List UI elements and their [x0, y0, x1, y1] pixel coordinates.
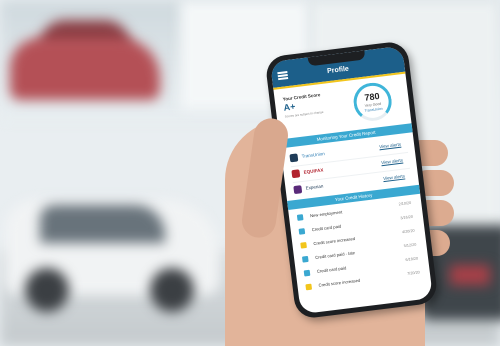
history-item-text: Credit card paid - late [314, 250, 356, 260]
phone-screen: Profile Your Credit Score A+ Scores are … [270, 45, 433, 315]
history-item-date: 6/18/20 [405, 256, 419, 263]
experian-logo-icon [293, 185, 303, 195]
suv-rear-wheel [150, 268, 194, 312]
history-item-text: New employment [309, 209, 343, 219]
history-item-text: Credit score increased [318, 277, 361, 288]
white-suv-windows [40, 205, 165, 243]
card-icon [301, 255, 309, 263]
history-item-text: Credit card paid [316, 265, 347, 274]
bureau-name: EQUIFAX [303, 167, 324, 175]
credit-score-label: Your Credit Score [282, 92, 321, 102]
card-icon [303, 269, 311, 277]
history-item-text: Credit card paid [311, 223, 342, 233]
view-alerts-link[interactable]: View alerts [381, 158, 403, 166]
card-icon [298, 228, 306, 235]
bureau-name: TransUnion [301, 151, 325, 159]
chart-icon [300, 241, 307, 249]
history-item-date: 7/20/20 [406, 270, 421, 276]
transunion-logo-icon [289, 153, 299, 163]
red-car [10, 38, 160, 100]
history-item-date: 4/20/20 [401, 228, 415, 235]
history-item-date: 5/12/20 [403, 242, 417, 249]
bureau-name: Experian [305, 183, 324, 191]
showroom-scene: Profile Your Credit Score A+ Scores are … [0, 0, 500, 346]
dark-car-taillight [450, 265, 490, 285]
history-item-date: 2/10/20 [398, 200, 412, 207]
briefcase-icon [296, 214, 304, 221]
suv-front-wheel [25, 268, 69, 312]
chart-icon [305, 283, 313, 291]
history-item-text: Credit score increased [313, 236, 356, 247]
history-item-date: 3/16/20 [400, 214, 414, 221]
view-alerts-link[interactable]: View alerts [383, 173, 405, 181]
view-alerts-link[interactable]: View alerts [379, 142, 401, 150]
equifax-logo-icon [291, 169, 301, 179]
credit-grade: A+ [283, 101, 296, 113]
